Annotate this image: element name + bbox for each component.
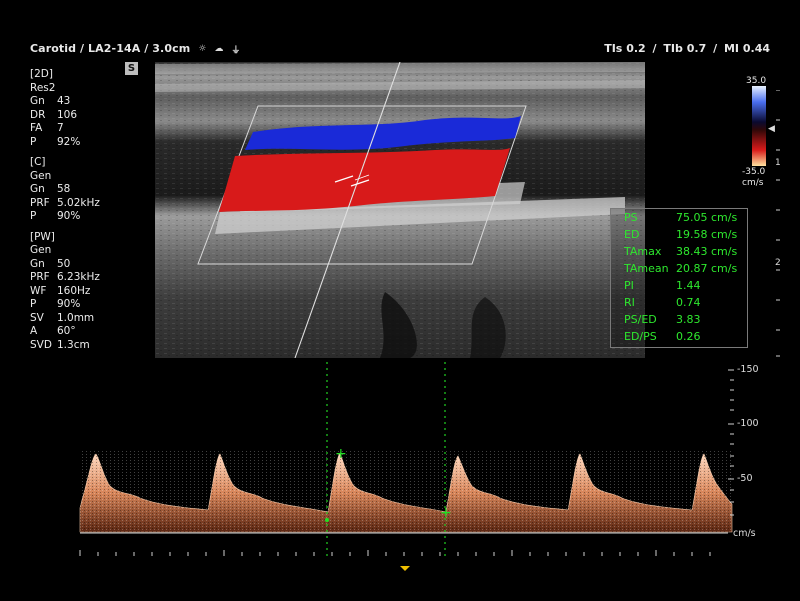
ps-caliper-icon: + (335, 446, 347, 462)
tis-value: 0.2 (626, 42, 646, 55)
side-marker: S (125, 62, 138, 75)
mi-label: MI (723, 42, 740, 55)
param-row: SVD 1.3cm (30, 338, 90, 351)
color-scale-max: 35.0 (746, 76, 767, 86)
depth-scale (776, 90, 780, 357)
param-group-title: [PW] (30, 230, 55, 243)
tis-label: TIs (604, 42, 623, 55)
mi-value: 0.44 (742, 42, 770, 55)
param-row: Gn 50 (30, 257, 71, 270)
measurement-row: PS 75.05 cm/s (624, 211, 738, 224)
param-row: PRF 5.02kHz (30, 196, 100, 209)
harmonic-icon: ☼ (198, 44, 207, 54)
probe-icon: ⏚ (231, 45, 241, 56)
param-group-title: [2D] (30, 68, 53, 80)
param-row: Gn 58 (30, 183, 71, 195)
velocity-label-150: -150 (737, 364, 759, 375)
measurement-row: PI 1.44 (624, 279, 701, 292)
probe-info: Carotid / LA2-14A / 3.0cm ☼ ☁ ⏚ (30, 42, 240, 56)
param-preset: Gen (30, 169, 52, 182)
param-row: P 90% (30, 210, 81, 222)
doppler-spectrum[interactable]: + + (0, 360, 800, 601)
param-row: P 92% (30, 135, 81, 148)
param-group-2d: [2D] Res2 Gn 43 DR 106 FA 7 P 92% (30, 68, 100, 149)
param-row: PRF 6.23kHz (30, 271, 100, 283)
ed-caliper-icon: + (440, 505, 452, 521)
param-group-pw: [PW] Gen Gn 50 PRF 6.23kHz WF 160Hz P 90% SV… (30, 231, 100, 353)
color-scale-bar (752, 86, 766, 166)
velocity-unit: cm/s (733, 528, 756, 539)
tib-value: 0.7 (686, 42, 707, 55)
param-group-color: [C] Gen Gn 58 PRF 5.02kHz P 90% (30, 156, 100, 224)
measurement-row: TAmean 20.87 cm/s (624, 262, 738, 275)
param-preset: Gen (30, 244, 52, 256)
param-row: Gn 43 (30, 95, 71, 107)
measurement-row: ED/PS 0.26 (624, 330, 701, 343)
param-row: A 60° (30, 325, 76, 337)
measurement-row: RI 0.74 (624, 296, 701, 309)
imaging-parameters: [2D] Res2 Gn 43 DR 106 FA 7 P 92% [C] Gen Gn… (30, 68, 100, 359)
color-scale-min: -35.0 (742, 167, 766, 177)
param-row: SV 1.0mm (30, 311, 95, 324)
tib-label: TIb (663, 42, 683, 55)
measurement-row: PS/ED 3.83 (624, 313, 701, 326)
param-row: WF 160Hz (30, 284, 91, 297)
cloud-icon: ☁ (214, 44, 224, 54)
param-row: FA 7 (30, 122, 64, 134)
playback-marker-icon (400, 566, 410, 571)
bmode-image[interactable] (155, 62, 645, 358)
measurement-row: ED 19.58 cm/s (624, 228, 738, 241)
velocity-label-50: -50 (737, 473, 753, 484)
measurement-results[interactable]: PS 75.05 cm/s ED 19.58 cm/s TAmax 38.43 cm/… (610, 208, 748, 348)
param-group-title: [C] (30, 156, 46, 168)
param-preset: Res2 (30, 81, 56, 94)
time-axis-ticks (79, 550, 711, 556)
depth-mark-1: 1 (775, 158, 781, 168)
measurement-row: TAmax 38.43 cm/s (624, 245, 738, 258)
param-row: DR 106 (30, 108, 78, 121)
param-row: P 90% (30, 298, 81, 310)
probe-info-text: Carotid / LA2-14A / 3.0cm (30, 42, 191, 55)
velocity-label-100: -100 (737, 418, 759, 429)
thermal-indices: TIs 0.2 / TIb 0.7 / MI 0.44 (604, 42, 770, 55)
depth-mark-2: 2 (775, 258, 781, 268)
color-scale-unit: cm/s (742, 178, 764, 188)
